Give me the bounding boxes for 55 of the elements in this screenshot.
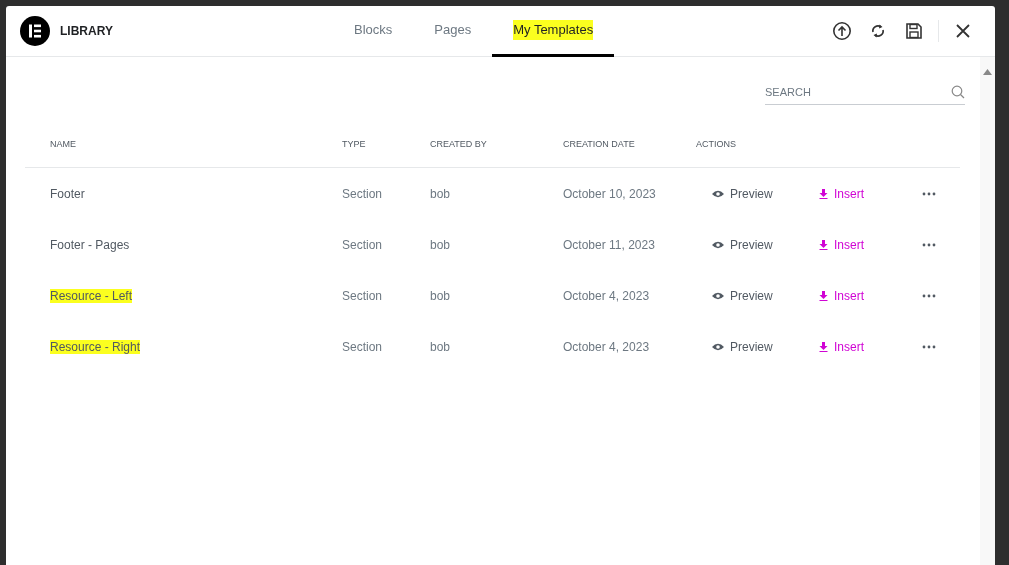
column-header: CREATED BY: [430, 138, 488, 151]
table-cell: Section: [342, 237, 383, 252]
more-icon: [922, 191, 936, 196]
preview-button[interactable]: Preview: [712, 337, 802, 356]
table-cell: October 11, 2023: [563, 237, 655, 252]
table-cell: Section: [342, 288, 383, 303]
preview-button[interactable]: Preview: [712, 184, 802, 203]
column-header: ACTIONS: [696, 138, 737, 151]
eye-icon: [712, 189, 724, 198]
download-icon: [819, 239, 828, 250]
search-icon[interactable]: [951, 85, 965, 99]
tab[interactable]: My Templates: [492, 6, 615, 57]
eye-icon: [712, 240, 724, 249]
logo-icon: [20, 16, 50, 46]
table-cell: October 4, 2023: [563, 339, 650, 354]
scroll-up-icon[interactable]: [983, 69, 992, 75]
column-header: TYPE: [342, 138, 367, 151]
eye-icon: [712, 291, 724, 300]
preview-button[interactable]: Preview: [712, 286, 802, 305]
search-field[interactable]: SEARCH: [765, 79, 965, 105]
save-icon: [904, 21, 924, 41]
more-button[interactable]: [922, 191, 936, 196]
more-button[interactable]: [922, 242, 936, 247]
more-button[interactable]: [922, 344, 936, 349]
download-icon: [819, 290, 828, 301]
tab[interactable]: Blocks: [333, 6, 414, 57]
template-name: Footer: [50, 186, 85, 201]
table-cell: October 4, 2023: [563, 288, 650, 303]
table-cell: bob: [430, 186, 451, 201]
more-button[interactable]: [922, 293, 936, 298]
tab[interactable]: Pages: [413, 6, 493, 57]
column-header: CREATION DATE: [563, 138, 636, 151]
upload-icon: [832, 21, 852, 41]
library-title: LIBRARY: [60, 23, 113, 40]
download-icon: [819, 341, 828, 352]
column-header: NAME: [49, 138, 77, 151]
more-icon: [922, 242, 936, 247]
insert-button[interactable]: Insert: [819, 235, 864, 254]
table-cell: Section: [342, 339, 383, 354]
preview-button[interactable]: Preview: [712, 235, 802, 254]
insert-button[interactable]: Insert: [819, 184, 864, 203]
more-icon: [922, 344, 936, 349]
table-cell: bob: [430, 339, 451, 354]
table-cell: Section: [342, 186, 383, 201]
eye-icon: [712, 342, 724, 351]
table-cell: bob: [430, 237, 451, 252]
template-name: Footer - Pages: [50, 237, 130, 252]
template-name: Resource - Left: [50, 288, 133, 303]
download-icon: [819, 188, 828, 199]
table-cell: October 10, 2023: [563, 186, 656, 201]
insert-button[interactable]: Insert: [819, 286, 864, 305]
template-name: Resource - Right: [50, 339, 141, 354]
table-cell: bob: [430, 288, 451, 303]
more-icon: [922, 293, 936, 298]
insert-button[interactable]: Insert: [819, 337, 864, 356]
